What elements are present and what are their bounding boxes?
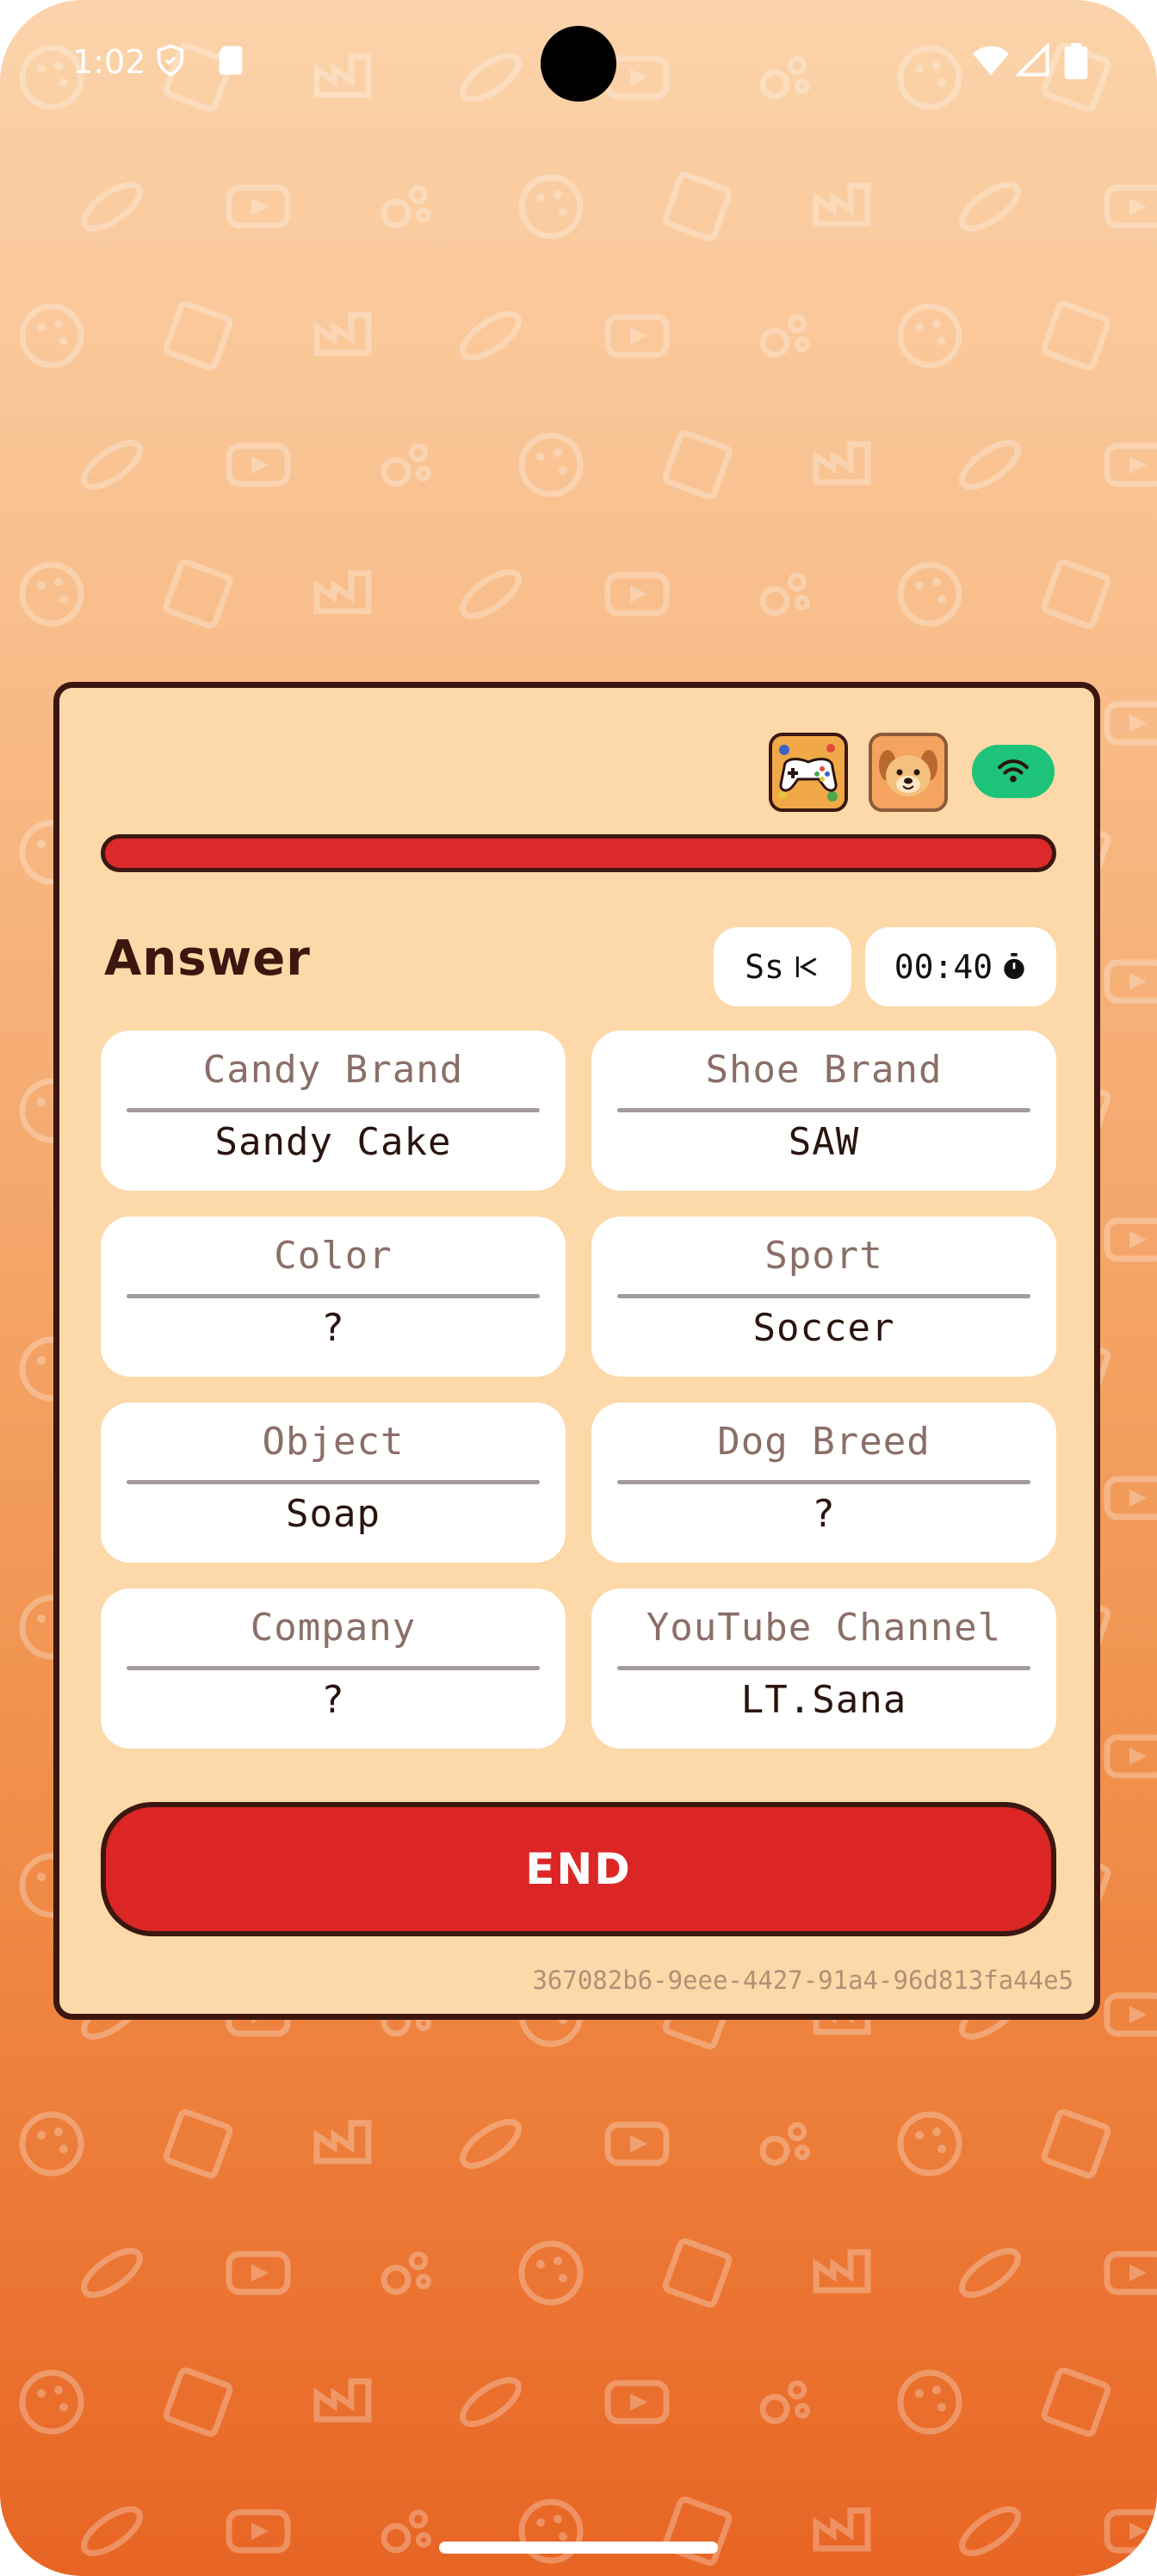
category-answer: ? bbox=[321, 1306, 345, 1350]
category-answer: Soap bbox=[286, 1492, 381, 1536]
field-divider bbox=[617, 1108, 1030, 1112]
end-button[interactable]: END bbox=[101, 1802, 1056, 1936]
letter-swap-icon bbox=[793, 953, 820, 981]
shield-icon bbox=[153, 43, 188, 77]
category-field[interactable]: Color ? bbox=[101, 1217, 566, 1377]
status-bar: 1:02 bbox=[0, 0, 1157, 129]
sd-card-icon bbox=[213, 43, 248, 77]
category-field[interactable]: Candy Brand Sandy Cake bbox=[101, 1031, 566, 1191]
category-answer: ? bbox=[812, 1492, 836, 1536]
status-time: 1:02 bbox=[72, 43, 146, 81]
category-field[interactable]: Object Soap bbox=[101, 1403, 566, 1563]
field-divider bbox=[127, 1294, 540, 1298]
letter-label: Ss bbox=[745, 948, 784, 986]
field-divider bbox=[127, 1108, 540, 1112]
category-label: Company bbox=[250, 1606, 417, 1650]
timer-pill: 00:40 bbox=[865, 927, 1056, 1006]
category-field[interactable]: Shoe Brand SAW bbox=[591, 1031, 1056, 1191]
battery-icon bbox=[1064, 43, 1088, 79]
category-answer: ? bbox=[321, 1678, 345, 1722]
category-answer: Sandy Cake bbox=[214, 1120, 452, 1164]
category-label: YouTube Channel bbox=[646, 1606, 1002, 1650]
gamepad-icon[interactable] bbox=[769, 733, 848, 812]
wifi-icon bbox=[998, 759, 1029, 783]
category-label: Shoe Brand bbox=[705, 1048, 943, 1092]
category-label: Object bbox=[262, 1420, 405, 1464]
category-answer: LT.Sana bbox=[740, 1678, 907, 1722]
category-label: Dog Breed bbox=[717, 1420, 931, 1464]
stopwatch-icon bbox=[1001, 953, 1027, 981]
dog-face-icon[interactable] bbox=[869, 733, 948, 812]
front-camera bbox=[541, 26, 616, 102]
phone-screen: 1:02 Answer Ss 00:40 Candy Brand Sandy C… bbox=[0, 0, 1157, 2576]
field-divider bbox=[127, 1480, 540, 1484]
field-divider bbox=[617, 1480, 1030, 1484]
round-progress-bar bbox=[101, 834, 1056, 872]
category-field[interactable]: Company ? bbox=[101, 1588, 566, 1749]
home-indicator[interactable] bbox=[439, 2542, 718, 2554]
signal-icon bbox=[1014, 41, 1050, 77]
category-label: Candy Brand bbox=[202, 1048, 464, 1092]
field-divider bbox=[127, 1666, 540, 1670]
wifi-status-icon bbox=[971, 43, 1011, 77]
category-answer: Soccer bbox=[752, 1306, 895, 1350]
letter-pill[interactable]: Ss bbox=[714, 927, 851, 1006]
category-answer: SAW bbox=[788, 1120, 860, 1164]
connection-status-badge bbox=[972, 745, 1055, 798]
category-label: Sport bbox=[764, 1234, 883, 1278]
answer-card: Answer Ss 00:40 Candy Brand Sandy Cake S… bbox=[53, 682, 1100, 2020]
category-label: Color bbox=[274, 1234, 393, 1278]
session-id: 367082b6-9eee-4427-91a4-96d813fa44e5 bbox=[532, 1966, 1073, 1995]
field-divider bbox=[617, 1666, 1030, 1670]
page-title: Answer bbox=[104, 931, 311, 987]
category-field[interactable]: Dog Breed ? bbox=[591, 1403, 1056, 1563]
category-field[interactable]: Sport Soccer bbox=[591, 1217, 1056, 1377]
category-field[interactable]: YouTube Channel LT.Sana bbox=[591, 1588, 1056, 1749]
field-divider bbox=[617, 1294, 1030, 1298]
timer-label: 00:40 bbox=[894, 948, 993, 986]
